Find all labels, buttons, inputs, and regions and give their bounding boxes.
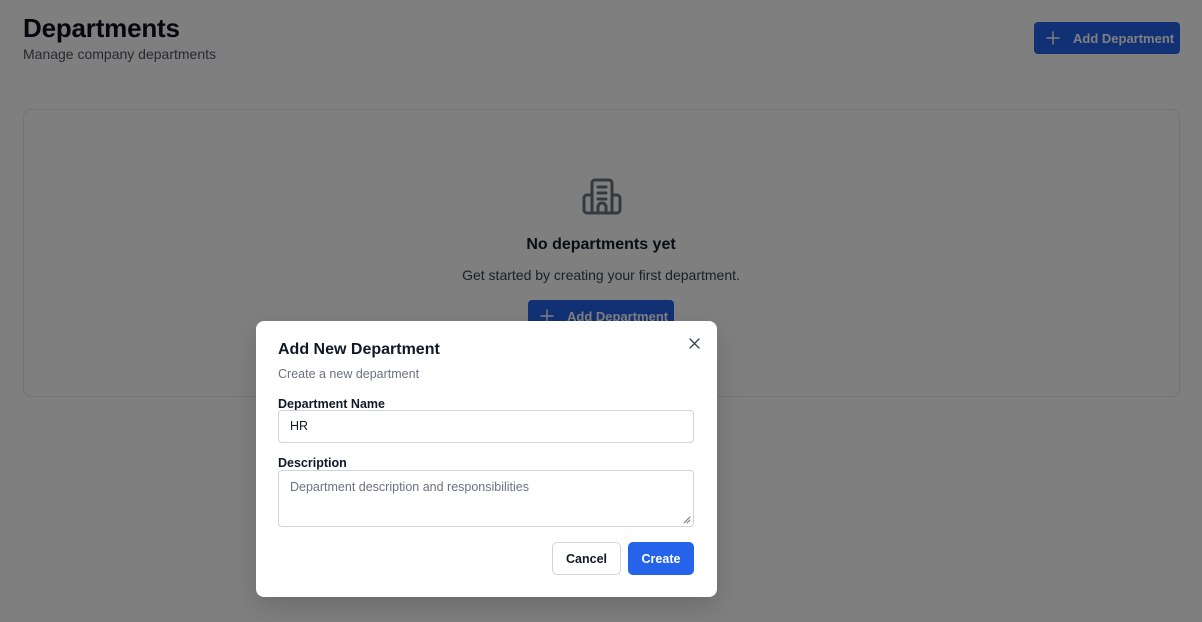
dialog-title: Add New Department — [278, 341, 440, 358]
close-icon — [688, 337, 700, 349]
department-name-label: Department Name — [278, 397, 385, 411]
description-label: Description — [278, 456, 347, 470]
department-name-input[interactable]: HR — [278, 410, 694, 443]
cancel-button[interactable]: Cancel — [552, 542, 621, 575]
resize-handle-icon[interactable] — [683, 516, 691, 524]
close-button[interactable] — [686, 335, 702, 351]
create-button[interactable]: Create — [628, 542, 694, 575]
departments-page: Departments Manage company departments A… — [0, 0, 1202, 622]
add-department-dialog: Add New Department Create a new departme… — [256, 321, 717, 597]
description-placeholder: Department description and responsibilit… — [290, 480, 530, 494]
description-textarea[interactable]: Department description and responsibilit… — [278, 470, 694, 527]
dialog-description: Create a new department — [278, 367, 420, 381]
